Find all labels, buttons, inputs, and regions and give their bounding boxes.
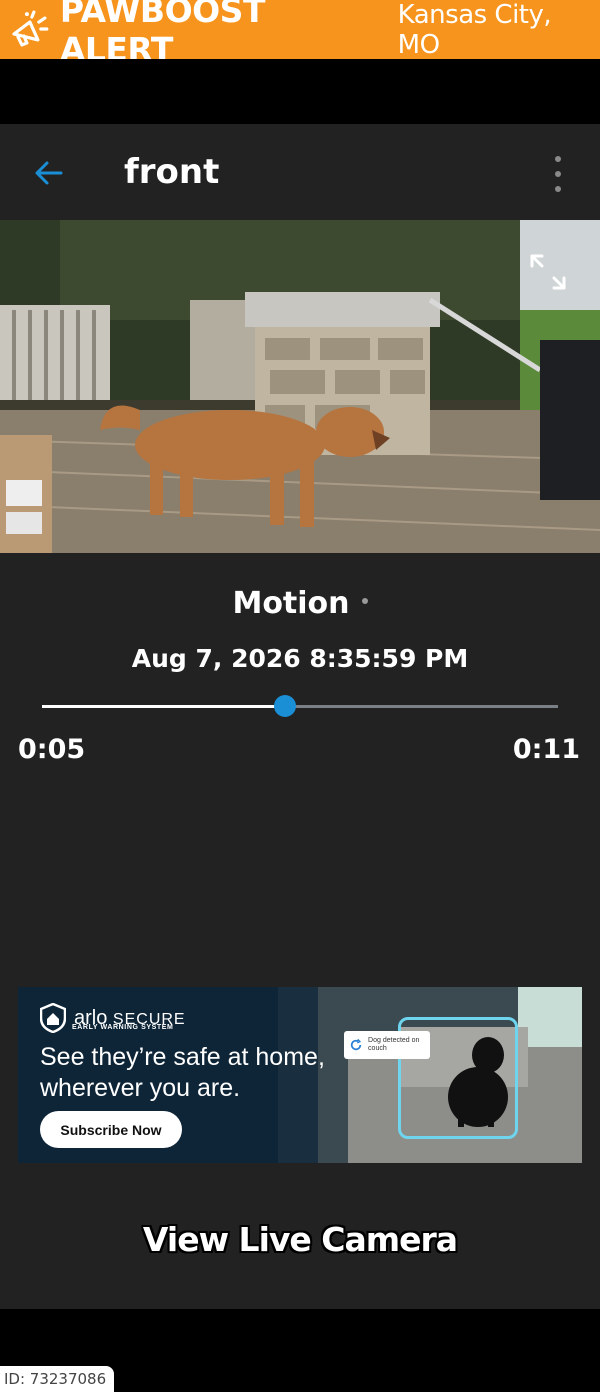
subscribe-now-button[interactable]: Subscribe Now: [40, 1111, 182, 1148]
ad-subtitle: EARLY WARNING SYSTEM: [72, 1024, 174, 1031]
shield-icon: [40, 1003, 66, 1033]
alert-location: Kansas City, MO: [397, 0, 552, 60]
expand-icon[interactable]: [528, 252, 568, 292]
camera-title: front: [124, 152, 220, 192]
duration: 0:11: [512, 734, 580, 765]
back-button[interactable]: [28, 152, 70, 194]
toolbar: front: [0, 124, 600, 220]
camera-event-screen: front Motion Aug 7, 2026 8:35:59 PM 0:05…: [0, 124, 600, 1309]
ad-headline: See they’re safe at home, wherever you a…: [40, 1043, 325, 1102]
scrubber-thumb[interactable]: [273, 695, 296, 717]
arrow-left-icon: [35, 161, 63, 185]
current-time: 0:05: [18, 734, 86, 765]
megaphone-icon: [12, 9, 49, 47]
video-player[interactable]: [0, 220, 600, 553]
alert-banner: PAWBOOST ALERT Kansas City, MO: [0, 0, 600, 69]
event-timestamp: Aug 7, 2026 8:35:59 PM: [131, 644, 469, 673]
view-live-camera-button[interactable]: View Live Camera: [0, 1220, 600, 1259]
event-type: Motion: [0, 586, 600, 621]
ad-banner[interactable]: arlo SECURE EARLY WARNING SYSTEM See the…: [18, 987, 582, 1163]
video-frame: [0, 220, 600, 553]
more-options-button[interactable]: [540, 152, 576, 196]
scrubber-progress: [42, 705, 285, 708]
event-dot: [361, 597, 368, 604]
detection-label: Dog detected on couch: [368, 1037, 420, 1052]
more-vertical-icon: [555, 156, 561, 163]
detection-badge: Dog detected on couch: [344, 1031, 430, 1059]
status-spacer: [0, 59, 600, 124]
event-type-label: Motion: [232, 586, 350, 621]
listing-id: ID: 73237086: [0, 1366, 114, 1392]
playback-scrubber[interactable]: [42, 694, 558, 718]
refresh-icon: [350, 1038, 362, 1051]
